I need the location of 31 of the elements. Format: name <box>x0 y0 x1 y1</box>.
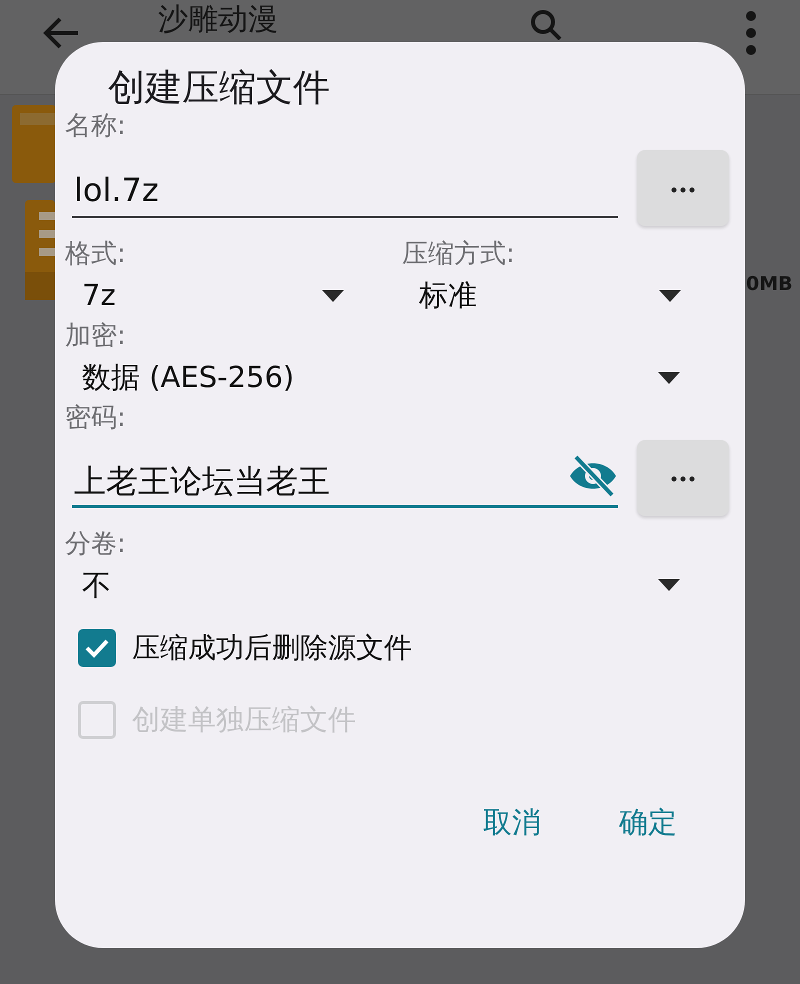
option-label: 压缩成功后删除源文件 <box>132 630 412 666</box>
password-field[interactable]: 上老王论坛当老王 <box>72 456 568 505</box>
caret-icon <box>322 290 344 302</box>
archive-icon <box>25 200 55 300</box>
dropdown[interactable]: 7z <box>65 272 350 320</box>
checkmark-icon <box>84 638 110 658</box>
dropdown[interactable]: 标准 <box>402 272 687 320</box>
dropdown[interactable]: 数据 (AES-256) <box>65 354 686 402</box>
dialog-button[interactable]: 确定 <box>609 797 687 849</box>
dialog-title: 创建压缩文件 <box>108 66 331 110</box>
checkbox[interactable] <box>78 629 116 668</box>
field-label: 压缩方式: <box>402 238 516 272</box>
dropdown[interactable]: 不 <box>65 561 686 610</box>
ellipsis-icon <box>671 186 695 193</box>
field-label: 加密: <box>65 320 127 353</box>
field-label: 分卷: <box>65 528 127 561</box>
back-icon[interactable] <box>42 16 80 50</box>
search-icon[interactable] <box>530 10 562 40</box>
field-label: 名称: <box>65 110 127 144</box>
caret-icon <box>658 579 680 592</box>
folder-icon <box>12 105 56 183</box>
field-label: 密码: <box>65 402 127 435</box>
eye-slash-icon[interactable] <box>568 454 618 497</box>
dialog-button[interactable]: 取消 <box>473 797 551 849</box>
caret-icon <box>659 290 681 302</box>
field-label: 格式: <box>65 238 127 272</box>
file-size: 0MB <box>746 272 793 297</box>
caret-icon <box>658 372 680 384</box>
app-title: 沙雕动漫 <box>158 2 278 38</box>
name-field[interactable]: lol.7z <box>72 164 618 218</box>
ellipsis-icon <box>671 476 695 482</box>
